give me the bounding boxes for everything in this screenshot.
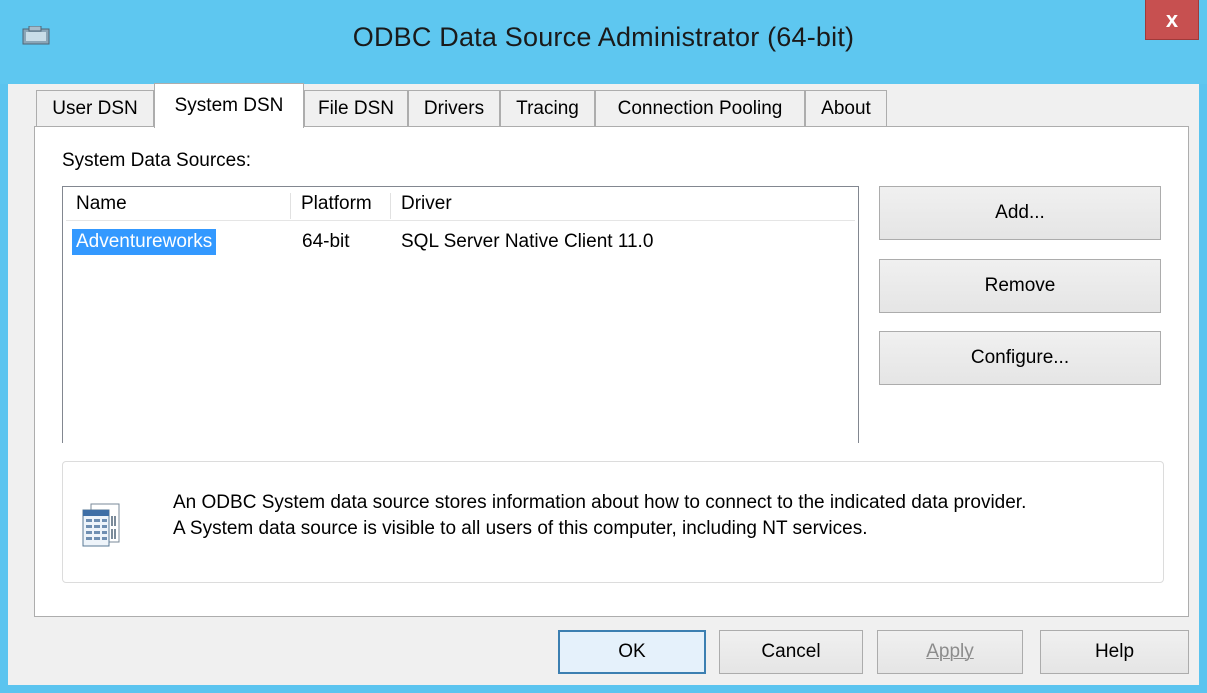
- help-button-label: Help: [1094, 641, 1135, 662]
- ok-button-label: OK: [618, 641, 646, 662]
- row-platform: 64-bit: [302, 231, 350, 252]
- remove-button[interactable]: Remove: [879, 259, 1161, 313]
- column-header-name[interactable]: Name: [66, 193, 291, 219]
- title-bar[interactable]: ODBC Data Source Administrator (64-bit) …: [0, 0, 1207, 84]
- tab-about[interactable]: About: [805, 90, 887, 126]
- tab-label: Tracing: [516, 97, 579, 119]
- tab-label: Connection Pooling: [617, 97, 783, 119]
- configure-button[interactable]: Configure...: [879, 331, 1161, 385]
- close-button[interactable]: x: [1145, 0, 1199, 40]
- tab-label: Drivers: [423, 97, 485, 119]
- column-header-platform[interactable]: Platform: [291, 193, 391, 219]
- add-button[interactable]: Add...: [879, 186, 1161, 240]
- tab-label: File DSN: [317, 97, 394, 119]
- list-header: Name Platform Driver: [66, 187, 855, 221]
- row-driver: SQL Server Native Client 11.0: [401, 231, 654, 252]
- tab-label: About: [821, 97, 871, 119]
- odbc-admin-window: ODBC Data Source Administrator (64-bit) …: [0, 0, 1207, 693]
- apply-button-label: Apply: [926, 641, 974, 662]
- close-icon: x: [1165, 6, 1179, 32]
- window-title: ODBC Data Source Administrator (64-bit): [352, 22, 855, 52]
- add-button-label: Add...: [995, 202, 1045, 223]
- cancel-button[interactable]: Cancel: [719, 630, 863, 674]
- tab-drivers[interactable]: Drivers: [408, 90, 500, 126]
- data-sources-list[interactable]: Name Platform Driver Adventureworks 64-b…: [62, 186, 859, 443]
- row-name[interactable]: Adventureworks: [72, 229, 217, 255]
- tab-file-dsn[interactable]: File DSN: [304, 90, 408, 126]
- tab-user-dsn[interactable]: User DSN: [36, 90, 154, 126]
- info-box: An ODBC System data source stores inform…: [62, 461, 1164, 583]
- help-button[interactable]: Help: [1040, 630, 1189, 674]
- tab-label: System DSN: [174, 95, 284, 116]
- column-header-driver[interactable]: Driver: [391, 193, 855, 219]
- tab-label: User DSN: [52, 97, 138, 119]
- cancel-button-label: Cancel: [761, 641, 821, 662]
- data-source-icon: [82, 503, 120, 547]
- tab-system-dsn[interactable]: System DSN: [154, 83, 304, 128]
- tab-tracing[interactable]: Tracing: [500, 90, 595, 126]
- tab-connection-pooling[interactable]: Connection Pooling: [595, 90, 805, 126]
- system-data-sources-label: System Data Sources:: [62, 150, 252, 171]
- apply-button[interactable]: Apply: [877, 630, 1023, 674]
- info-text-line-1: An ODBC System data source stores inform…: [173, 492, 1027, 513]
- ok-button[interactable]: OK: [558, 630, 706, 674]
- info-text-line-2: A System data source is visible to all u…: [173, 518, 868, 539]
- configure-button-label: Configure...: [970, 347, 1070, 368]
- remove-button-label: Remove: [984, 275, 1056, 296]
